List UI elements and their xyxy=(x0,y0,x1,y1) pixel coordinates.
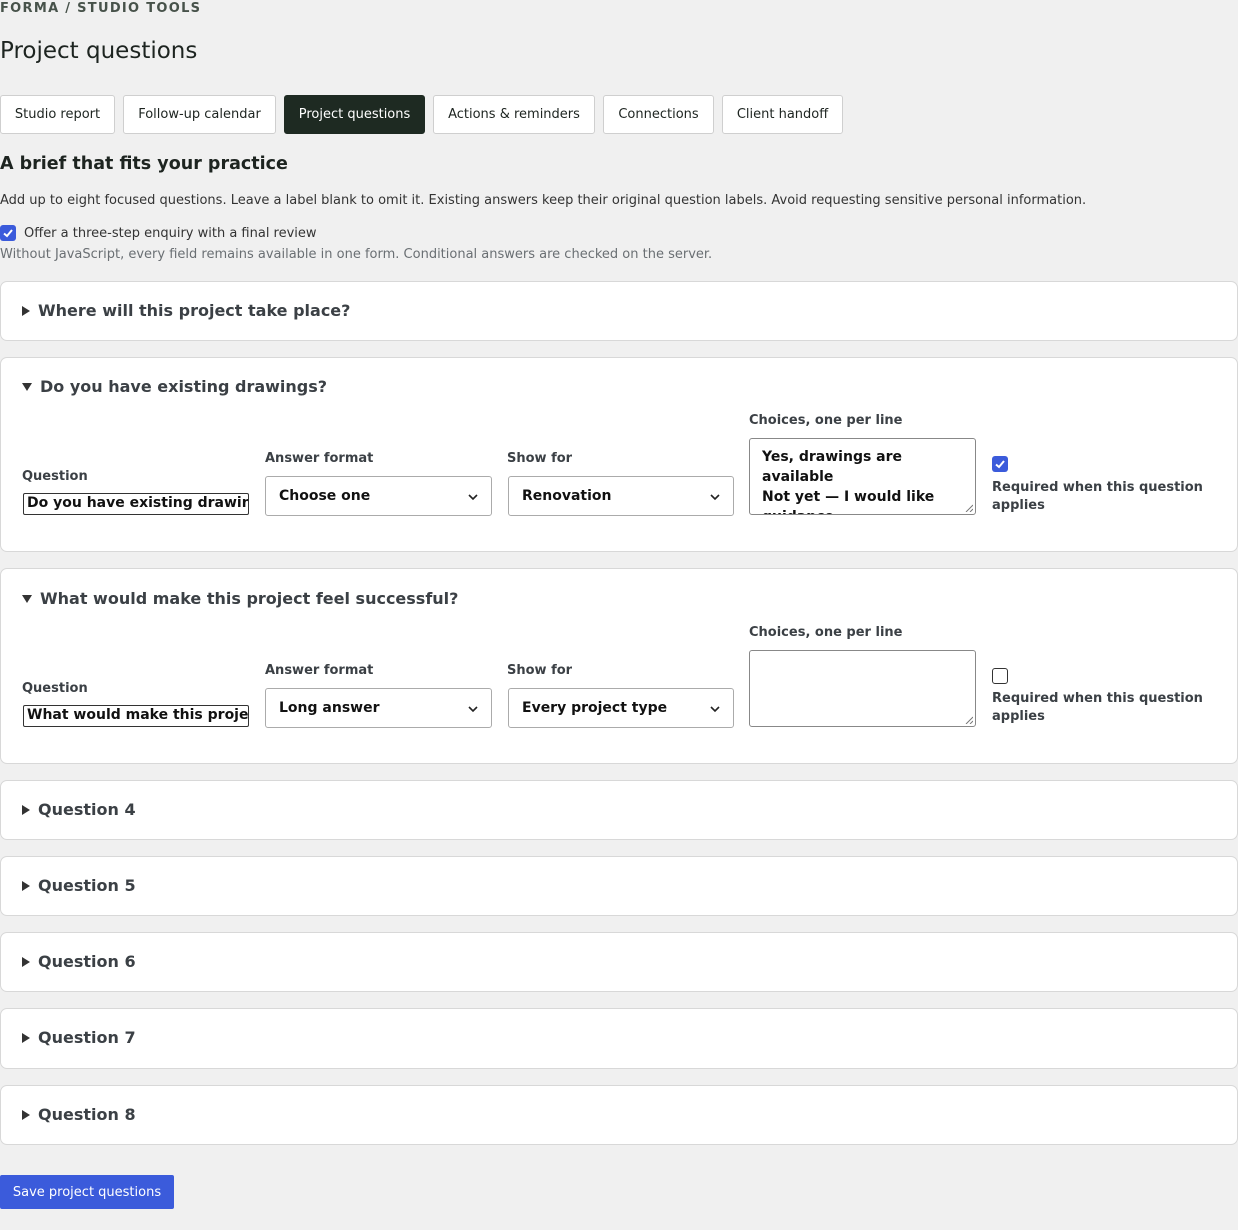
answer-format-value: Long answer xyxy=(279,700,380,716)
collapse-triangle-icon xyxy=(22,382,32,391)
chevron-down-icon xyxy=(468,706,478,713)
question-summary-text: Question 6 xyxy=(38,952,136,971)
question-summary-text: Question 7 xyxy=(38,1028,136,1047)
expand-triangle-icon xyxy=(22,1109,30,1120)
show-for-label: Show for xyxy=(507,451,573,466)
expand-triangle-icon xyxy=(22,1032,30,1043)
question-input[interactable]: Do you have existing drawings? xyxy=(23,493,249,515)
tab-studio-report[interactable]: Studio report xyxy=(0,95,115,134)
page-title: Project questions xyxy=(0,38,198,64)
question-summary-5[interactable]: Question 5 xyxy=(22,876,136,895)
section-heading: A brief that fits your practice xyxy=(0,154,288,174)
question-summary-6[interactable]: Question 6 xyxy=(22,952,136,971)
three-step-option: Offer a three-step enquiry with a final … xyxy=(0,225,317,241)
answer-format-label: Answer format xyxy=(265,663,374,678)
question-input[interactable]: What would make this project feel succes… xyxy=(23,705,249,727)
question-summary-1[interactable]: Where will this project take place? xyxy=(22,301,350,320)
resize-grip-icon[interactable] xyxy=(965,716,973,724)
choices-textarea[interactable]: Yes, drawings are available Not yet — I … xyxy=(749,438,976,515)
three-step-checkbox[interactable] xyxy=(0,225,16,241)
show-for-select[interactable]: Every project type xyxy=(508,688,734,728)
required-label: Required when this question applies xyxy=(992,480,1203,513)
question-card-3: What would make this project feel succes… xyxy=(0,568,1238,764)
question-label: Question xyxy=(22,681,88,696)
breadcrumb: FORMA / STUDIO TOOLS xyxy=(0,1,202,16)
question-summary-2[interactable]: Do you have existing drawings? xyxy=(22,377,327,396)
tab-follow-up-calendar[interactable]: Follow-up calendar xyxy=(123,95,276,134)
expand-triangle-icon xyxy=(22,956,30,967)
show-for-label: Show for xyxy=(507,663,573,678)
choices-textarea[interactable] xyxy=(749,650,976,727)
question-summary-text: Question 8 xyxy=(38,1105,136,1124)
tab-project-questions[interactable]: Project questions xyxy=(284,95,425,134)
question-summary-3[interactable]: What would make this project feel succes… xyxy=(22,589,458,608)
answer-format-select[interactable]: Choose one xyxy=(265,476,492,516)
question-card-2: Do you have existing drawings? Question … xyxy=(0,357,1238,552)
check-icon xyxy=(3,229,13,238)
section-intro: Add up to eight focused questions. Leave… xyxy=(0,193,1087,208)
answer-format-select[interactable]: Long answer xyxy=(265,688,492,728)
no-js-hint: Without JavaScript, every field remains … xyxy=(0,247,713,262)
save-button[interactable]: Save project questions xyxy=(0,1175,174,1209)
tab-connections[interactable]: Connections xyxy=(603,95,714,134)
question-summary-text: Question 4 xyxy=(38,800,136,819)
three-step-label: Offer a three-step enquiry with a final … xyxy=(24,225,317,241)
question-card-1: Where will this project take place? xyxy=(0,281,1238,341)
required-checkbox[interactable] xyxy=(992,668,1008,684)
chevron-down-icon xyxy=(710,706,720,713)
question-summary-text: Question 5 xyxy=(38,876,136,895)
choices-label: Choices, one per line xyxy=(749,625,903,640)
question-summary-text: Where will this project take place? xyxy=(38,301,351,320)
collapse-triangle-icon xyxy=(22,594,32,603)
question-card-8: Question 8 xyxy=(0,1085,1238,1145)
check-icon xyxy=(995,460,1005,469)
question-card-4: Question 4 xyxy=(0,780,1238,840)
question-summary-8[interactable]: Question 8 xyxy=(22,1105,136,1124)
question-card-6: Question 6 xyxy=(0,932,1238,992)
question-card-5: Question 5 xyxy=(0,856,1238,916)
expand-triangle-icon xyxy=(22,880,30,891)
answer-format-value: Choose one xyxy=(279,488,371,504)
expand-triangle-icon xyxy=(22,804,30,815)
question-summary-text: What would make this project feel succes… xyxy=(40,589,459,608)
tab-client-handoff[interactable]: Client handoff xyxy=(722,95,843,134)
chevron-down-icon xyxy=(468,494,478,501)
question-summary-7[interactable]: Question 7 xyxy=(22,1028,136,1047)
choices-label: Choices, one per line xyxy=(749,413,903,428)
required-checkbox[interactable] xyxy=(992,456,1008,472)
show-for-value: Every project type xyxy=(522,700,668,716)
show-for-select[interactable]: Renovation xyxy=(508,476,734,516)
question-label: Question xyxy=(22,469,88,484)
question-summary-4[interactable]: Question 4 xyxy=(22,800,136,819)
chevron-down-icon xyxy=(710,494,720,501)
expand-triangle-icon xyxy=(22,305,30,316)
tab-actions-reminders[interactable]: Actions & reminders xyxy=(433,95,595,134)
question-summary-text: Do you have existing drawings? xyxy=(40,377,328,396)
question-card-7: Question 7 xyxy=(0,1008,1238,1069)
required-label: Required when this question applies xyxy=(992,691,1203,724)
resize-grip-icon[interactable] xyxy=(965,504,973,512)
show-for-value: Renovation xyxy=(522,488,612,504)
answer-format-label: Answer format xyxy=(265,451,374,466)
